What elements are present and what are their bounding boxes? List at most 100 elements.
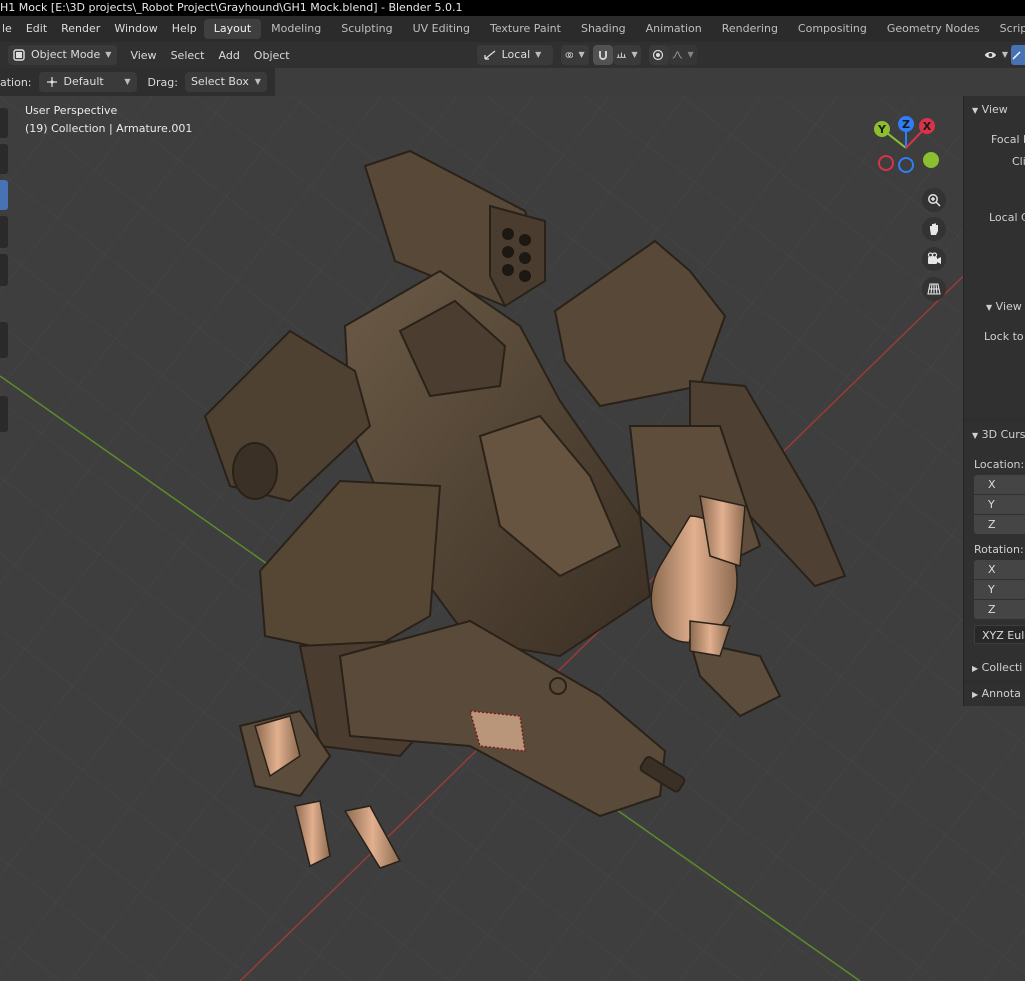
pivot-icon bbox=[565, 52, 573, 58]
cursor-rotation-x[interactable]: X bbox=[974, 560, 1025, 579]
tab-animation[interactable]: Animation bbox=[636, 19, 712, 39]
tab-modeling[interactable]: Modeling bbox=[261, 19, 331, 39]
zoom-button[interactable] bbox=[922, 188, 946, 212]
drag-dropdown[interactable]: Select Box ▼ bbox=[184, 72, 267, 92]
toolbar-edge[interactable] bbox=[0, 144, 8, 174]
rotation-label: Rotation: bbox=[974, 543, 1024, 556]
tab-texture-paint[interactable]: Texture Paint bbox=[480, 19, 571, 39]
chevron-right-icon: ▶ bbox=[972, 690, 979, 699]
cursor-panel-header[interactable]: ▼ 3D Curs bbox=[972, 428, 1025, 441]
eye-icon bbox=[984, 51, 997, 59]
navigation-gizmo[interactable]: Y Z X bbox=[870, 112, 950, 182]
cursor-location-z[interactable]: Z bbox=[974, 515, 1025, 534]
drag-label: Drag: bbox=[147, 75, 178, 89]
view-panel: ▼ View Focal L Cli Local C ▼ View Lock t… bbox=[964, 96, 1025, 418]
chevron-down-icon: ▼ bbox=[972, 431, 979, 440]
y-axis-label: Y bbox=[877, 123, 887, 136]
focal-length-label: Focal L bbox=[991, 133, 1025, 146]
grid-icon bbox=[927, 283, 941, 295]
menu-help[interactable]: Help bbox=[165, 16, 204, 42]
tab-compositing[interactable]: Compositing bbox=[788, 19, 877, 39]
camera-view-button[interactable] bbox=[922, 247, 946, 271]
orientation-label: ation: bbox=[0, 75, 32, 89]
mode-label: Object Mode bbox=[31, 48, 101, 61]
cursor-rotation-y[interactable]: Y bbox=[974, 580, 1025, 599]
top-menu-bar: le Edit Render Window Help Layout Modeli… bbox=[0, 16, 1025, 42]
chevron-down-icon: ▼ bbox=[105, 50, 112, 59]
collections-header: ▶ Collecti bbox=[972, 661, 1022, 674]
local-camera-label: Local C bbox=[989, 211, 1025, 224]
z-axis-label: Z bbox=[902, 118, 910, 131]
menu-object[interactable]: Object bbox=[247, 49, 297, 62]
view-name: User Perspective bbox=[25, 104, 118, 117]
annotations-panel[interactable]: ▶ Annota bbox=[964, 683, 1025, 706]
chevron-down-icon: ▼ bbox=[631, 50, 638, 59]
pivot-point-dropdown[interactable]: ▼ bbox=[560, 45, 589, 65]
toolbar-edge[interactable] bbox=[0, 396, 8, 432]
tab-layout[interactable]: Layout bbox=[203, 19, 262, 39]
3d-cursor-panel: ▼ 3D Curs Location: X Y Z Rotation: X Y … bbox=[964, 422, 1025, 656]
toolbar-active-edge[interactable] bbox=[0, 180, 8, 210]
viewport-scene bbox=[0, 96, 1025, 981]
menu-add[interactable]: Add bbox=[212, 49, 247, 62]
toolbar-edge[interactable] bbox=[0, 322, 8, 358]
visibility-dropdown[interactable]: ▼ bbox=[981, 45, 1011, 65]
snap-toggle[interactable] bbox=[592, 45, 613, 65]
cursor-location-y[interactable]: Y bbox=[974, 495, 1025, 514]
view-panel-header[interactable]: ▼ View bbox=[972, 103, 1008, 116]
menu-view[interactable]: View bbox=[123, 49, 163, 62]
zoom-in-icon bbox=[928, 194, 941, 207]
cursor-rotation-z[interactable]: Z bbox=[974, 600, 1025, 619]
tab-uv-editing[interactable]: UV Editing bbox=[403, 19, 480, 39]
view-lock-header[interactable]: ▼ View bbox=[986, 300, 1022, 313]
tab-sculpting[interactable]: Sculpting bbox=[331, 19, 402, 39]
falloff-dropdown[interactable]: ▼ bbox=[668, 45, 697, 65]
chevron-down-icon: ▼ bbox=[535, 50, 542, 59]
viewport-3d[interactable]: User Perspective (19) Collection | Armat… bbox=[0, 96, 1025, 981]
cursor-location-x[interactable]: X bbox=[974, 475, 1025, 494]
proportional-icon bbox=[652, 49, 663, 61]
chevron-down-icon: ▼ bbox=[687, 50, 694, 59]
collections-panel[interactable]: ▶ Collecti bbox=[964, 656, 1025, 680]
tab-rendering[interactable]: Rendering bbox=[712, 19, 788, 39]
view-panel-title: View bbox=[981, 103, 1008, 116]
menu-render[interactable]: Render bbox=[54, 16, 107, 42]
transform-orientation-dropdown[interactable]: Local ▼ bbox=[476, 45, 553, 65]
menu-file[interactable]: le bbox=[0, 16, 19, 42]
snap-target-dropdown[interactable]: ▼ bbox=[612, 45, 641, 65]
tab-shading[interactable]: Shading bbox=[571, 19, 636, 39]
gizmo-toggle[interactable] bbox=[1011, 45, 1025, 65]
title-bar: H1 Mock [E:\3D projects\_Robot Project\G… bbox=[0, 0, 1025, 16]
collections-title: Collecti bbox=[981, 661, 1023, 674]
sidebar-panel: ▼ View Focal L Cli Local C ▼ View Lock t… bbox=[963, 96, 1025, 706]
toolbar-edge[interactable] bbox=[0, 108, 8, 138]
annotations-title: Annota bbox=[981, 687, 1021, 700]
pan-button[interactable] bbox=[922, 217, 946, 241]
tab-geometry-nodes[interactable]: Geometry Nodes bbox=[877, 19, 990, 39]
chevron-down-icon: ▼ bbox=[972, 106, 979, 115]
chevron-right-icon: ▶ bbox=[972, 664, 979, 673]
projection-toggle-button[interactable] bbox=[922, 277, 946, 301]
orientation-icon bbox=[483, 50, 496, 60]
rotation-mode-dropdown[interactable]: XYZ Eule bbox=[974, 625, 1025, 644]
menu-edit[interactable]: Edit bbox=[19, 16, 54, 42]
collection-info: (19) Collection | Armature.001 bbox=[25, 122, 193, 135]
proportional-edit-toggle[interactable] bbox=[648, 45, 669, 65]
hand-icon bbox=[930, 223, 938, 235]
menu-select[interactable]: Select bbox=[164, 49, 212, 62]
drag-value: Select Box bbox=[190, 75, 249, 88]
orientation-dropdown[interactable]: Default ▼ bbox=[38, 72, 137, 92]
camera-icon bbox=[927, 252, 941, 264]
location-label: Location: bbox=[974, 458, 1025, 471]
lock-to-label: Lock to bbox=[984, 330, 1024, 343]
toolbar-edge[interactable] bbox=[0, 254, 8, 286]
viewport-header: Object Mode ▼ View Select Add Object Loc… bbox=[0, 42, 1025, 68]
tab-scripting[interactable]: Scrip bbox=[990, 19, 1025, 39]
mode-selector[interactable]: Object Mode ▼ bbox=[8, 45, 118, 65]
toolbar-edge[interactable] bbox=[0, 216, 8, 248]
cursor-panel-title: 3D Curs bbox=[981, 428, 1025, 441]
menu-window[interactable]: Window bbox=[107, 16, 164, 42]
chevron-down-icon: ▼ bbox=[986, 303, 993, 312]
chevron-down-icon: ▼ bbox=[254, 77, 261, 86]
object-mode-icon bbox=[13, 49, 25, 61]
